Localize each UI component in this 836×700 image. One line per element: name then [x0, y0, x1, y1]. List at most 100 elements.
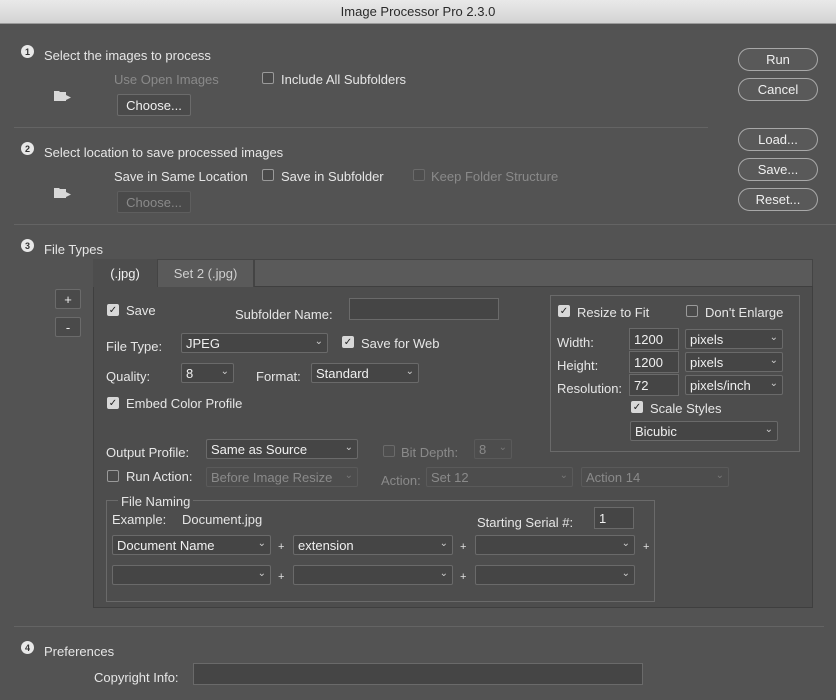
- add-set-button[interactable]: +: [55, 289, 81, 309]
- run-action-checkbox[interactable]: [107, 470, 119, 482]
- save-settings-button[interactable]: Save...: [738, 158, 818, 181]
- plus-separator: +: [278, 541, 285, 553]
- bit-depth-label: Bit Depth:: [401, 445, 459, 460]
- height-input[interactable]: 1200: [629, 351, 679, 373]
- step-3-badge: 3: [21, 239, 34, 252]
- naming-field-4[interactable]: ⌄: [112, 565, 271, 585]
- naming-field-1[interactable]: Document Name ⌄: [112, 535, 271, 555]
- chevron-down-icon: ⌄: [621, 568, 630, 579]
- action-label: Action:: [381, 473, 421, 488]
- file-type-label: File Type:: [106, 339, 163, 354]
- chevron-down-icon: ⌄: [220, 366, 229, 377]
- keep-folder-structure-label: Keep Folder Structure: [431, 169, 559, 184]
- naming-field-2[interactable]: extension ⌄: [293, 535, 453, 555]
- file-naming-title: File Naming: [118, 494, 194, 509]
- reset-button[interactable]: Reset...: [738, 188, 818, 211]
- action-timing-select[interactable]: Before Image Resize ⌄: [206, 467, 358, 487]
- save-in-subfolder-label: Save in Subfolder: [281, 169, 384, 184]
- include-subfolders-checkbox[interactable]: [262, 72, 274, 84]
- load-button[interactable]: Load...: [738, 128, 818, 151]
- chevron-down-icon: ⌄: [559, 470, 568, 481]
- resolution-input[interactable]: 72: [629, 374, 679, 396]
- subfolder-name-input[interactable]: [349, 298, 499, 320]
- height-unit-select[interactable]: pixels ⌄: [685, 352, 783, 372]
- divider: [14, 127, 708, 128]
- chevron-down-icon: ⌄: [715, 470, 724, 481]
- example-value: Document.jpg: [182, 512, 263, 527]
- tab-bar-filler: [254, 259, 813, 286]
- chevron-down-icon: ⌄: [314, 336, 323, 347]
- format-label: Format:: [256, 369, 301, 384]
- width-unit-select[interactable]: pixels ⌄: [685, 329, 783, 349]
- chevron-down-icon: ⌄: [344, 442, 353, 453]
- bit-depth-select[interactable]: 8 ⌄: [474, 439, 512, 459]
- choose-destination-button[interactable]: Choose...: [117, 191, 191, 213]
- plus-separator: +: [460, 571, 467, 583]
- embed-color-profile-checkbox[interactable]: ✓: [107, 397, 119, 409]
- save-for-web-label: Save for Web: [361, 336, 440, 351]
- quality-select[interactable]: 8 ⌄: [181, 363, 234, 383]
- chevron-down-icon: ⌄: [257, 538, 266, 549]
- tab-set-1[interactable]: (.jpg): [93, 259, 157, 287]
- plus-separator: +: [643, 541, 650, 553]
- file-type-select[interactable]: JPEG ⌄: [181, 333, 328, 353]
- scale-styles-label: Scale Styles: [650, 401, 722, 416]
- resample-method-select[interactable]: Bicubic ⌄: [630, 421, 778, 441]
- section-4-title: Preferences: [44, 644, 115, 659]
- scale-styles-checkbox[interactable]: ✓: [631, 401, 643, 413]
- action-set-select[interactable]: Set 12 ⌄: [426, 467, 573, 487]
- naming-field-3[interactable]: ⌄: [475, 535, 635, 555]
- folder-icon: [54, 188, 71, 198]
- dont-enlarge-checkbox[interactable]: [686, 305, 698, 317]
- save-in-subfolder-checkbox[interactable]: [262, 169, 274, 181]
- step-4-badge: 4: [21, 641, 34, 654]
- cancel-button[interactable]: Cancel: [738, 78, 818, 101]
- keep-folder-structure-checkbox[interactable]: [413, 169, 425, 181]
- format-select[interactable]: Standard ⌄: [311, 363, 419, 383]
- serial-input[interactable]: 1: [594, 507, 634, 529]
- serial-label: Starting Serial #:: [477, 515, 574, 530]
- save-for-web-checkbox[interactable]: ✓: [342, 336, 354, 348]
- run-button[interactable]: Run: [738, 48, 818, 71]
- section-3-title: File Types: [44, 242, 104, 257]
- save-same-location-option[interactable]: Save in Same Location: [114, 169, 248, 184]
- action-name-select[interactable]: Action 14 ⌄: [581, 467, 729, 487]
- height-label: Height:: [557, 358, 599, 373]
- resize-to-fit-checkbox[interactable]: ✓: [558, 305, 570, 317]
- example-label: Example:: [112, 512, 167, 527]
- chevron-down-icon: ⌄: [764, 424, 773, 435]
- embed-color-profile-label: Embed Color Profile: [126, 396, 243, 411]
- use-open-images-option[interactable]: Use Open Images: [114, 72, 219, 87]
- bit-depth-checkbox[interactable]: [383, 445, 395, 457]
- chevron-down-icon: ⌄: [769, 332, 778, 343]
- remove-set-button[interactable]: -: [55, 317, 81, 337]
- dont-enlarge-label: Don't Enlarge: [705, 305, 784, 320]
- save-label: Save: [126, 303, 156, 318]
- quality-label: Quality:: [106, 369, 151, 384]
- subfolder-name-label: Subfolder Name:: [235, 307, 333, 322]
- width-label: Width:: [557, 335, 594, 350]
- resolution-label: Resolution:: [557, 381, 623, 396]
- run-action-label: Run Action:: [126, 469, 193, 484]
- resize-to-fit-label: Resize to Fit: [577, 305, 650, 320]
- width-input[interactable]: 1200: [629, 328, 679, 350]
- copyright-input[interactable]: [193, 663, 643, 685]
- section-2-title: Select location to save processed images: [44, 145, 284, 160]
- output-profile-select[interactable]: Same as Source ⌄: [206, 439, 358, 459]
- naming-field-5[interactable]: ⌄: [293, 565, 453, 585]
- step-2-badge: 2: [21, 142, 34, 155]
- save-checkbox[interactable]: ✓: [107, 304, 119, 316]
- chevron-down-icon: ⌄: [439, 538, 448, 549]
- divider: [14, 224, 836, 225]
- naming-field-6[interactable]: ⌄: [475, 565, 635, 585]
- chevron-down-icon: ⌄: [344, 470, 353, 481]
- choose-source-button[interactable]: Choose...: [117, 94, 191, 116]
- resolution-unit-select[interactable]: pixels/inch ⌄: [685, 375, 783, 395]
- chevron-down-icon: ⌄: [621, 538, 630, 549]
- chevron-down-icon: ⌄: [498, 442, 507, 453]
- chevron-down-icon: ⌄: [439, 568, 448, 579]
- tab-set-2[interactable]: Set 2 (.jpg): [157, 259, 254, 287]
- plus-separator: +: [278, 571, 285, 583]
- window-title-bar: Image Processor Pro 2.3.0: [0, 0, 836, 24]
- window-title: Image Processor Pro 2.3.0: [340, 4, 496, 19]
